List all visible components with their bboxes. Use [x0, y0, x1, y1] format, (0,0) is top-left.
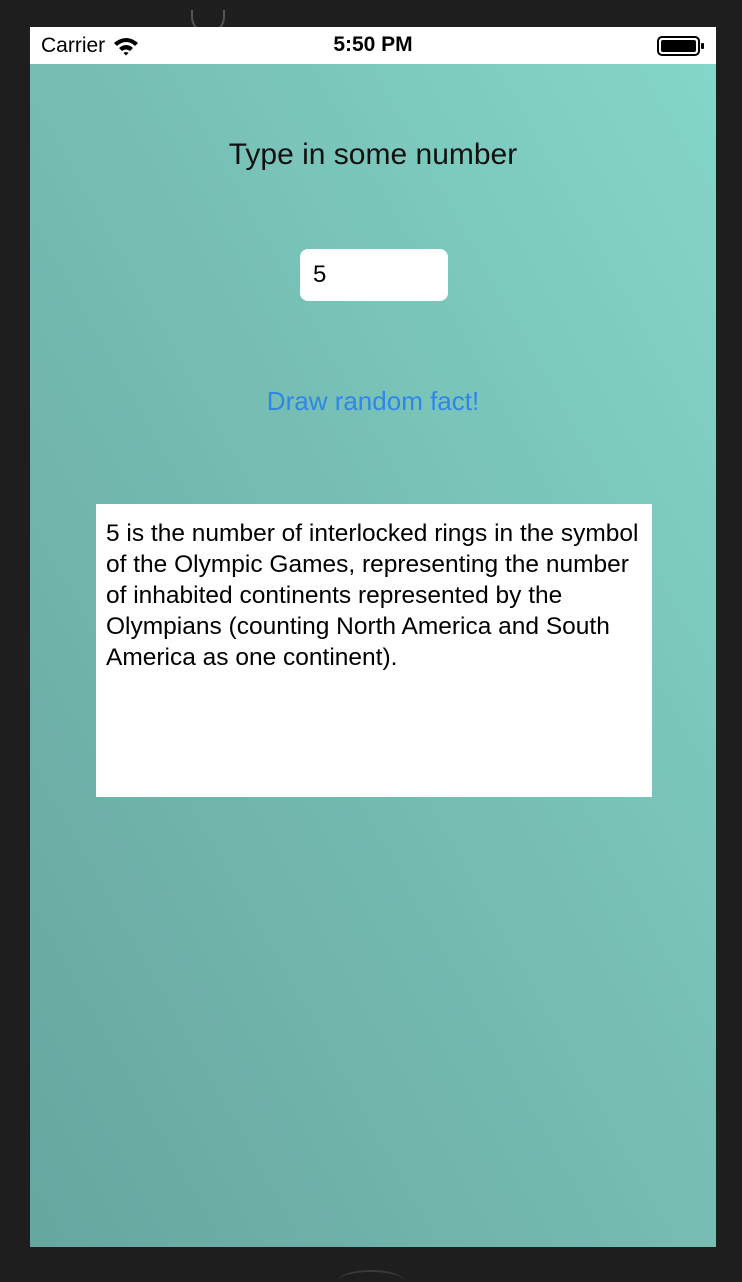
- status-bar: Carrier 5:50 PM: [30, 27, 716, 64]
- number-input[interactable]: [300, 249, 448, 301]
- page-title: Type in some number: [228, 138, 518, 171]
- device-frame: Carrier 5:50 PM Type in some number Draw…: [0, 0, 742, 1282]
- home-indicator: [338, 1270, 404, 1282]
- battery-icon: [657, 36, 704, 56]
- status-time: 5:50 PM: [333, 33, 413, 56]
- fact-text-view: 5 is the number of interlocked rings in …: [96, 504, 652, 797]
- app-screen: Carrier 5:50 PM Type in some number Draw…: [30, 27, 716, 1247]
- draw-random-fact-button[interactable]: Draw random fact!: [30, 386, 716, 417]
